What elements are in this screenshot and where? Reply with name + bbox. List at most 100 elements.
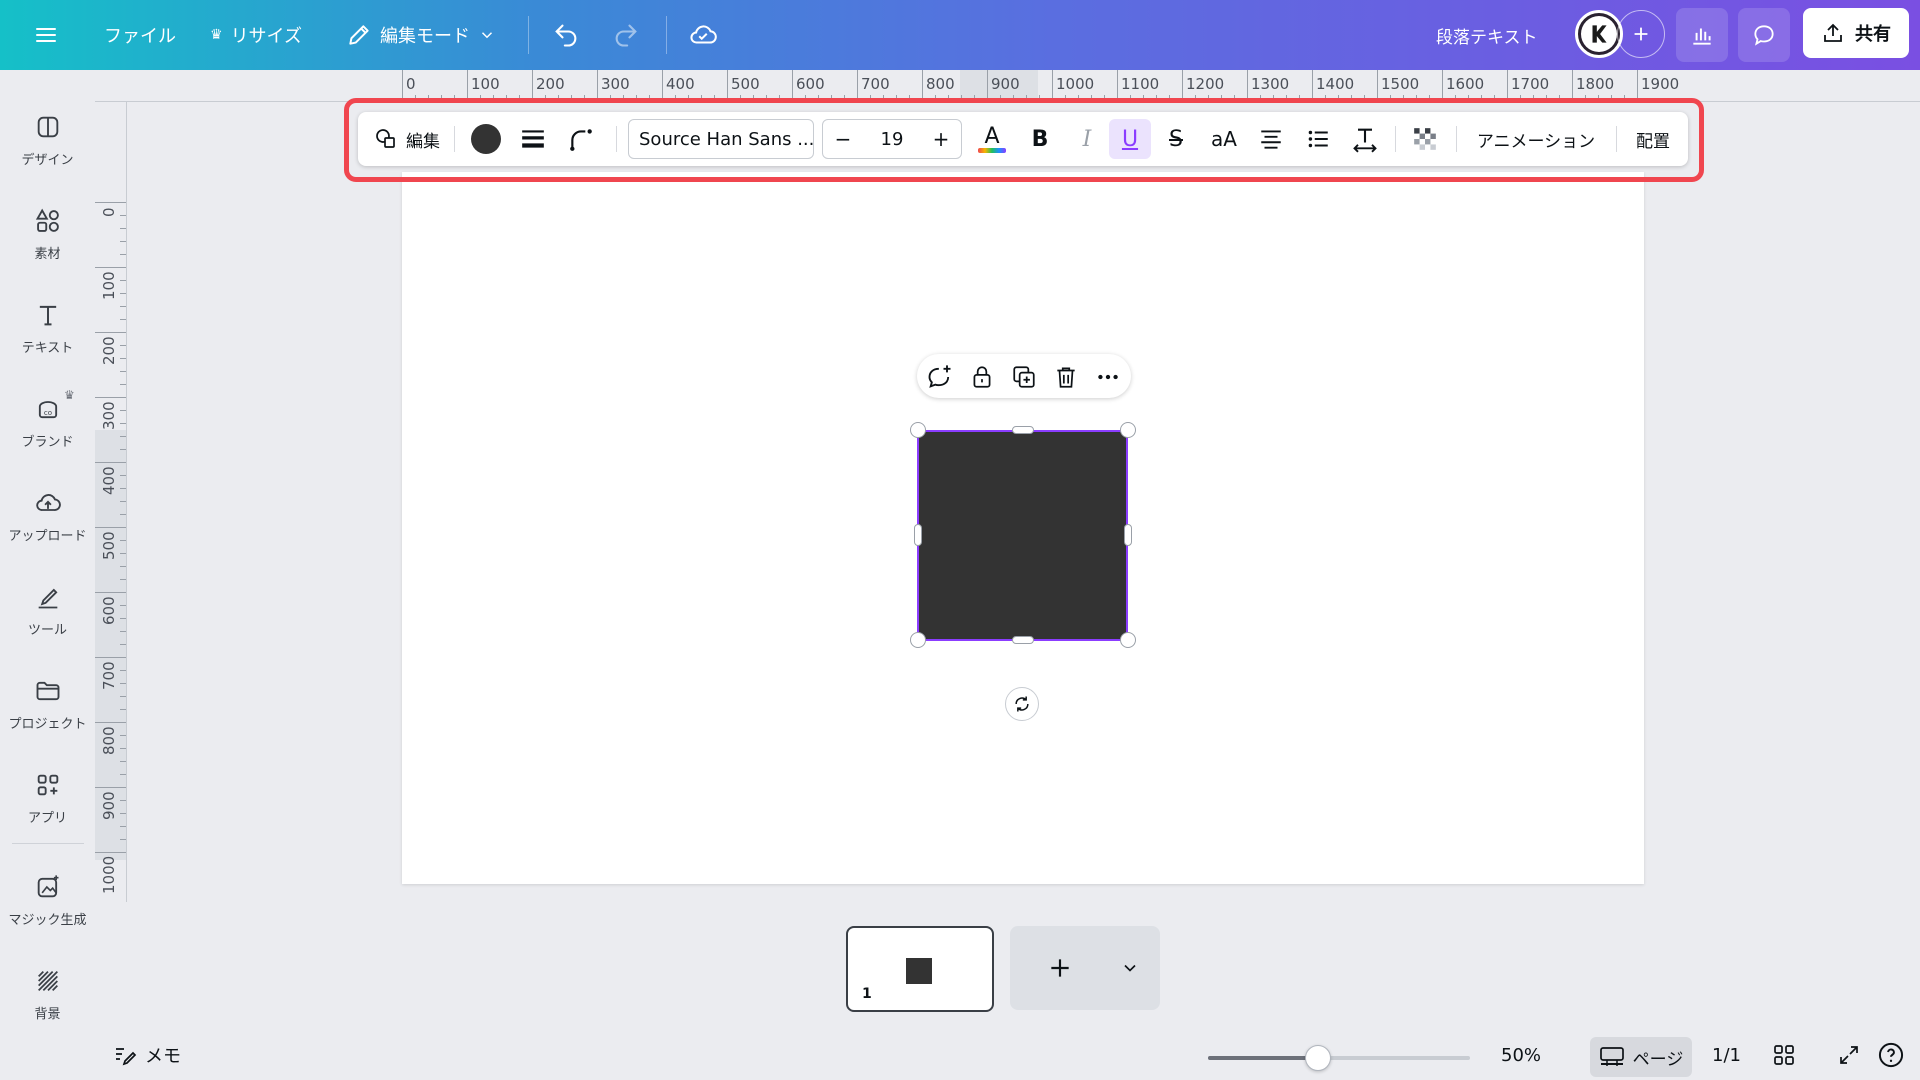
list-button[interactable]	[1298, 119, 1338, 159]
help-button[interactable]	[1877, 1030, 1905, 1080]
font-family-dropdown[interactable]: Source Han Sans ...	[628, 119, 814, 159]
ruler-vertical: 0 100 200 300 400 500 600 700 800 900 1000	[95, 102, 127, 902]
notes-button[interactable]: メモ	[113, 1030, 181, 1080]
resize-button[interactable]: ♛ リサイズ	[210, 0, 302, 70]
ruler-minor-tick	[120, 254, 126, 255]
ruler-tick	[95, 657, 126, 658]
comments-button[interactable]	[1738, 8, 1790, 62]
upload-icon	[1824, 23, 1842, 42]
ruler-tick-label: 0	[406, 75, 416, 93]
ruler-minor-tick	[120, 540, 126, 541]
bold-button[interactable]: B	[1020, 119, 1060, 159]
edit-mode-button[interactable]: 編集モード	[346, 0, 496, 70]
resize-handle-bottom[interactable]	[1012, 636, 1034, 644]
resize-handle-top[interactable]	[1012, 426, 1034, 434]
ruler-tick	[1572, 70, 1573, 101]
transparency-button[interactable]	[1405, 119, 1445, 159]
letter-case-button[interactable]: aA	[1203, 119, 1245, 159]
grid-view-button[interactable]	[1772, 1030, 1796, 1080]
resize-handle-right[interactable]	[1124, 524, 1132, 546]
sidebar-item-magic-media[interactable]: マジック生成	[0, 860, 95, 940]
spacing-button[interactable]	[1345, 119, 1385, 159]
resize-handle-bottom-right[interactable]	[1120, 632, 1136, 648]
text-color-button[interactable]: A	[972, 119, 1012, 159]
increase-font-size-button[interactable]: +	[921, 120, 961, 158]
add-page-button[interactable]	[1040, 948, 1080, 988]
strikethrough-button[interactable]: S	[1156, 119, 1196, 159]
element-quick-actions	[917, 354, 1131, 398]
zoom-slider-fill	[1208, 1056, 1319, 1060]
resize-handle-top-left[interactable]	[910, 422, 926, 438]
more-options-button[interactable]	[1093, 362, 1123, 392]
resize-handle-left[interactable]	[914, 524, 922, 546]
rotate-handle[interactable]	[1005, 687, 1039, 721]
share-button[interactable]: 共有	[1803, 8, 1909, 58]
page-thumbnail[interactable]: 1	[846, 926, 994, 1012]
thumbnail-shape-preview	[906, 958, 932, 984]
sidebar-item-background[interactable]: 背景	[0, 954, 95, 1034]
add-page-options-button[interactable]	[1114, 952, 1146, 984]
ruler-minor-tick	[120, 358, 126, 359]
pages-view-button[interactable]: ページ	[1590, 1037, 1692, 1077]
undo-button[interactable]	[552, 0, 580, 70]
ruler-tick-label: 700	[861, 75, 890, 93]
sidebar-item-tools[interactable]: ツール	[0, 570, 95, 650]
fullscreen-button[interactable]	[1837, 1030, 1861, 1080]
ruler-tick-label: 100	[100, 271, 118, 300]
position-button[interactable]: 配置	[1624, 119, 1682, 159]
redo-button[interactable]	[612, 0, 640, 70]
resize-handle-bottom-left[interactable]	[910, 632, 926, 648]
ruler-tick	[1637, 70, 1638, 101]
font-size-input[interactable]: 19	[863, 120, 921, 158]
plus-icon	[1634, 27, 1648, 41]
ruler-minor-tick	[120, 475, 126, 476]
underline-button[interactable]: U	[1109, 119, 1151, 159]
brand-icon: co	[38, 400, 57, 418]
ruler-tick-label: 800	[100, 726, 118, 755]
sidebar-item-uploads[interactable]: アップロード	[0, 476, 95, 556]
text-align-button[interactable]	[1251, 119, 1291, 159]
ruler-tick-label: 400	[100, 466, 118, 495]
page-count[interactable]: 1/1	[1712, 1030, 1741, 1080]
sidebar-item-design[interactable]: デザイン	[0, 100, 95, 180]
user-initial-icon	[1592, 25, 1607, 43]
ruler-minor-tick	[120, 280, 126, 281]
sidebar-item-projects[interactable]: プロジェクト	[0, 664, 95, 744]
border-style-button[interactable]	[513, 119, 553, 159]
zoom-slider-thumb[interactable]	[1305, 1045, 1332, 1071]
italic-button[interactable]: I	[1067, 119, 1107, 159]
ruler-minor-tick	[120, 345, 126, 346]
ruler-minor-tick	[120, 423, 126, 424]
sidebar-item-brand[interactable]: ♛ co ブランド	[0, 382, 95, 462]
zoom-level[interactable]: 50%	[1501, 1030, 1541, 1080]
toolbar-divider	[1395, 126, 1396, 152]
comment-icon	[1754, 25, 1774, 46]
add-comment-button[interactable]	[925, 362, 955, 392]
ruler-tick	[95, 332, 126, 333]
menu-button[interactable]	[34, 0, 58, 70]
sidebar-item-apps[interactable]: アプリ	[0, 758, 95, 838]
add-collaborator-button[interactable]	[1617, 10, 1665, 58]
delete-button[interactable]	[1051, 362, 1081, 392]
save-status-button[interactable]	[688, 0, 718, 70]
background-pattern-icon	[37, 970, 58, 991]
ruler-tick-label: 900	[100, 791, 118, 820]
decrease-font-size-button[interactable]: −	[823, 120, 863, 158]
avatar[interactable]	[1575, 10, 1623, 58]
corner-rounding-button[interactable]	[561, 119, 601, 159]
zoom-slider-track[interactable]	[1208, 1056, 1470, 1060]
edit-shape-button[interactable]: 編集	[368, 119, 446, 159]
file-menu-button[interactable]: ファイル	[104, 0, 176, 70]
insights-button[interactable]	[1676, 8, 1728, 62]
resize-handle-top-right[interactable]	[1120, 422, 1136, 438]
ruler-tick	[95, 592, 126, 593]
sidebar-item-elements[interactable]: 素材	[0, 194, 95, 274]
animate-button[interactable]: アニメーション	[1466, 119, 1606, 159]
fill-color-button[interactable]	[466, 119, 506, 159]
lock-button[interactable]	[967, 362, 997, 392]
font-size-stepper[interactable]: − 19 +	[822, 119, 962, 159]
apps-icon	[37, 774, 58, 795]
sidebar-item-text[interactable]: テキスト	[0, 288, 95, 368]
duplicate-button[interactable]	[1009, 362, 1039, 392]
ruler-minor-tick	[120, 605, 126, 606]
